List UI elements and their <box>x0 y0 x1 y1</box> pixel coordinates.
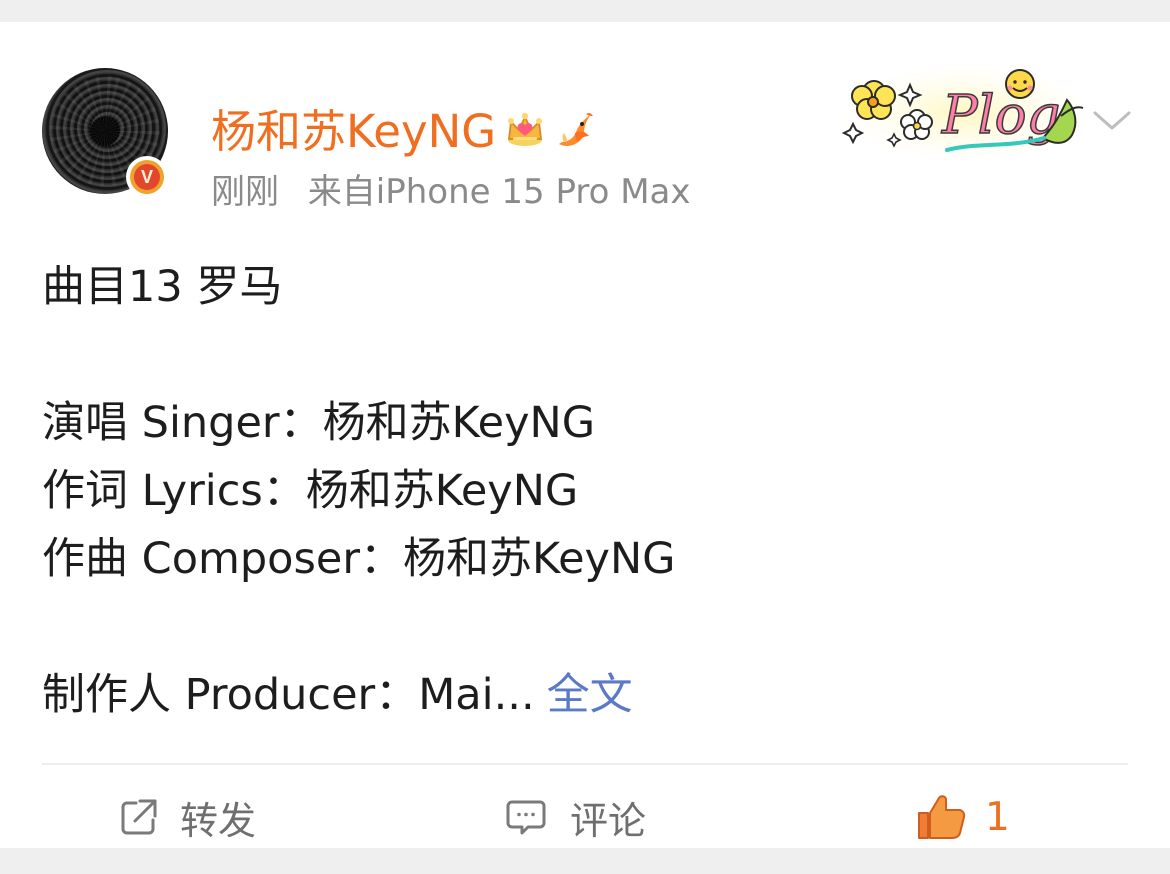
content-gap <box>42 321 1122 389</box>
thumbs-up-icon <box>918 795 966 839</box>
content-line: 作词 Lyrics：杨和苏KeyNG <box>42 466 579 516</box>
repost-icon <box>121 799 157 835</box>
comment-label: 评论 <box>570 798 647 843</box>
comment-button[interactable]: 评论 <box>504 786 646 848</box>
content-line: 作曲 Composer：杨和苏KeyNG <box>42 534 676 584</box>
content-line-truncated: 制作人 Producer：Mai... 全文 <box>42 661 1122 729</box>
post-time: 刚刚 <box>211 172 279 212</box>
action-divider <box>42 763 1128 765</box>
like-count: 1 <box>985 794 1010 840</box>
verified-badge: V <box>126 156 168 198</box>
content-line: 演唱 Singer：杨和苏KeyNG <box>42 398 596 448</box>
producer-text: 制作人 Producer：Mai... <box>42 670 535 720</box>
fish-icon <box>559 112 593 146</box>
expand-full-text-link[interactable]: 全文 <box>547 670 633 720</box>
verified-badge-letter: V <box>134 164 160 190</box>
plog-sticker[interactable]: Plog <box>839 60 1091 166</box>
username[interactable]: 杨和苏KeyNG <box>211 106 496 158</box>
comment-icon <box>506 800 546 835</box>
like-button[interactable]: 1 <box>915 786 1010 848</box>
flower-icon <box>851 80 896 120</box>
weibo-post-card: V 杨和苏KeyNG 刚刚 来自iPhone 15 Pro Max Plog 曲… <box>0 22 1170 848</box>
crown-icon <box>507 112 543 146</box>
content-gap <box>42 593 1122 661</box>
post-source: 来自iPhone 15 Pro Max <box>307 172 691 212</box>
chevron-down-icon[interactable] <box>1091 104 1133 134</box>
post-content: 曲目13 罗马 演唱 Singer：杨和苏KeyNG 作词 Lyrics：杨和苏… <box>42 253 1122 729</box>
post-meta: 刚刚 来自iPhone 15 Pro Max <box>211 171 691 213</box>
content-line: 曲目13 罗马 <box>42 262 283 312</box>
repost-label: 转发 <box>180 798 257 843</box>
verified-badge-ring: V <box>130 160 164 194</box>
repost-button[interactable]: 转发 <box>118 786 256 848</box>
